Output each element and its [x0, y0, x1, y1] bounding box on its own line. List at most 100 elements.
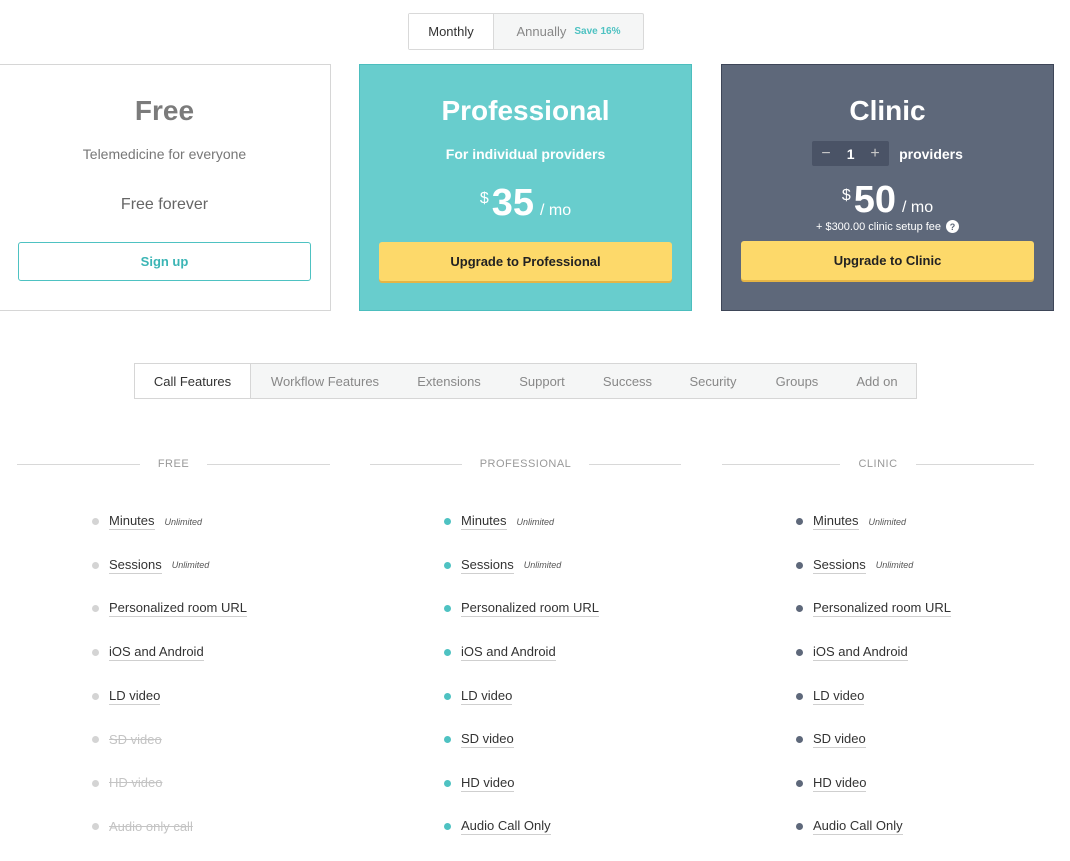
setup-fee-text: + $300.00 clinic setup fee [815, 220, 942, 233]
providers-stepper: − 1 + [812, 141, 890, 166]
feature-badge: Unlimited [875, 560, 914, 571]
feature-label[interactable]: HD video [109, 775, 162, 791]
feature-label[interactable]: LD video [461, 688, 513, 705]
tab-groups[interactable]: Groups [756, 364, 838, 398]
bullet-icon [444, 736, 451, 744]
column-label: CLINIC [858, 458, 898, 470]
feature-label[interactable]: Sessions [813, 557, 866, 574]
feature-item: HD video [796, 762, 951, 806]
plan-card-free: Free Telemedicine for everyone Free fore… [0, 64, 331, 311]
feature-label[interactable]: iOS and Android [813, 644, 908, 662]
bullet-icon [444, 605, 451, 613]
tab-success[interactable]: Success [585, 364, 670, 398]
divider [589, 463, 682, 465]
sign-up-button[interactable]: Sign up [18, 242, 311, 281]
column-header-professional: PROFESSIONAL [370, 456, 682, 472]
plan-name: Professional [441, 95, 610, 126]
feature-label[interactable]: Personalized room URL [813, 600, 952, 618]
divider [915, 463, 1034, 465]
feature-item: HD video [444, 762, 599, 806]
feature-label[interactable]: SD video [109, 732, 162, 748]
upgrade-clinic-button[interactable]: Upgrade to Clinic [741, 241, 1034, 280]
plus-icon[interactable]: + [867, 145, 883, 163]
feature-item: LD video [92, 674, 247, 718]
feature-item: HD video [92, 762, 247, 806]
bullet-icon [796, 561, 803, 569]
feature-item: iOS and Android [796, 631, 951, 675]
bullet-icon [796, 518, 803, 526]
tab-add-on[interactable]: Add on [838, 364, 916, 398]
setup-fee: + $300.00 clinic setup fee ? [722, 220, 1053, 233]
feature-label[interactable]: SD video [813, 731, 866, 749]
feature-item: SD video [444, 718, 599, 762]
billing-annually-label: Annually [516, 24, 567, 39]
plan-name: Free [134, 95, 195, 126]
feature-label[interactable]: iOS and Android [461, 644, 556, 662]
billing-annually-option[interactable]: Annually Save 16% [494, 14, 643, 49]
feature-list-professional: Minutes Unlimited Sessions Unlimited Persona… [444, 500, 600, 849]
providers-label: providers [899, 145, 963, 162]
plan-subtitle: Telemedicine for everyone [82, 146, 247, 162]
feature-item: LD video [444, 674, 599, 718]
feature-label[interactable]: Minutes [813, 513, 859, 531]
tab-workflow-features[interactable]: Workflow Features [251, 364, 399, 398]
feature-item: iOS and Android [92, 631, 247, 675]
help-icon[interactable]: ? [946, 220, 960, 233]
feature-label[interactable]: SD video [461, 731, 514, 749]
column-label: FREE [157, 458, 190, 470]
feature-label[interactable]: iOS and Android [109, 644, 204, 662]
feature-list-clinic: Minutes Unlimited Sessions Unlimited Persona… [796, 500, 952, 849]
feature-item: Sessions Unlimited [92, 544, 247, 588]
feature-label[interactable]: HD video [461, 775, 515, 792]
feature-label[interactable]: Minutes [461, 513, 507, 531]
bullet-icon [92, 518, 99, 526]
feature-item: Sessions Unlimited [796, 544, 951, 588]
minus-icon[interactable]: − [818, 145, 834, 163]
upgrade-professional-button[interactable]: Upgrade to Professional [379, 242, 672, 281]
bullet-icon [444, 779, 451, 787]
bullet-icon [92, 692, 99, 700]
feature-item: Minutes Unlimited [796, 500, 951, 544]
bullet-icon [92, 561, 99, 569]
feature-item: Personalized room URL [444, 587, 600, 631]
feature-label[interactable]: Minutes [109, 513, 155, 531]
tab-extensions[interactable]: Extensions [399, 364, 499, 398]
stepper-value: 1 [846, 145, 855, 162]
bullet-icon [92, 605, 99, 613]
price-period: / mo [902, 199, 934, 216]
bullet-icon [444, 823, 451, 831]
feature-label[interactable]: Sessions [109, 557, 162, 574]
billing-toggle: Monthly Annually Save 16% [408, 13, 644, 50]
tab-support[interactable]: Support [499, 364, 585, 398]
feature-label[interactable]: Sessions [461, 557, 514, 574]
column-header-free: FREE [17, 456, 330, 472]
feature-label[interactable]: LD video [109, 688, 161, 705]
tab-security[interactable]: Security [670, 364, 756, 398]
divider [207, 463, 330, 465]
feature-label[interactable]: Personalized room URL [461, 600, 600, 618]
bullet-icon [92, 823, 99, 831]
feature-label[interactable]: Personalized room URL [109, 600, 248, 618]
feature-item: Personalized room URL [92, 587, 248, 631]
tab-call-features[interactable]: Call Features [135, 364, 251, 398]
feature-label[interactable]: Audio Call Only [461, 818, 551, 836]
billing-monthly-option[interactable]: Monthly [409, 14, 494, 49]
feature-item: SD video [796, 718, 951, 762]
feature-item: Audio only call [92, 805, 247, 849]
feature-tabs: Call Features Workflow Features Extensio… [134, 363, 917, 399]
feature-label[interactable]: Audio Call Only [813, 818, 903, 836]
divider [17, 463, 140, 465]
feature-label[interactable]: LD video [813, 688, 865, 705]
feature-badge: Unlimited [523, 560, 562, 571]
plan-price: $ 50 / mo [722, 179, 1053, 222]
plan-price: $ 35 / mo [360, 182, 691, 225]
feature-item: Minutes Unlimited [444, 500, 599, 544]
feature-list-free: Minutes Unlimited Sessions Unlimited Persona… [92, 500, 248, 849]
feature-label[interactable]: Audio only call [109, 819, 193, 835]
feature-label[interactable]: HD video [813, 775, 867, 792]
providers-selector: − 1 + providers [722, 141, 1053, 166]
feature-item: Personalized room URL [796, 587, 952, 631]
save-badge: Save 16% [574, 26, 621, 37]
bullet-icon [92, 649, 99, 657]
plan-subtitle: For individual providers [445, 146, 606, 162]
